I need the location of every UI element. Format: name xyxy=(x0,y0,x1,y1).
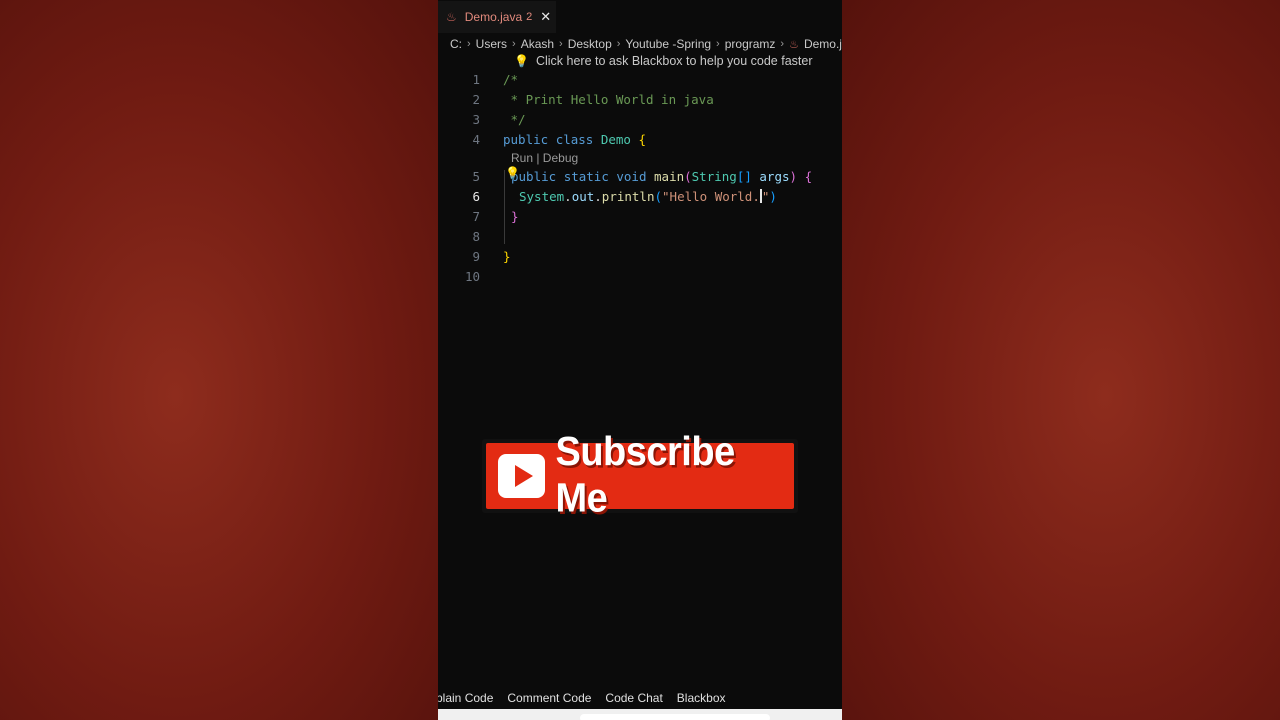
line-number: 7 xyxy=(472,209,480,224)
java-icon: ♨ xyxy=(789,38,799,51)
explain-code-button[interactable]: plain Code xyxy=(438,691,493,705)
keyword: public xyxy=(503,132,549,147)
code-chat-button[interactable]: Code Chat xyxy=(605,691,662,705)
breadcrumb-item[interactable]: programz xyxy=(725,37,776,51)
subscribe-banner[interactable]: Subscribe Me xyxy=(482,430,798,521)
taskbar-search[interactable] xyxy=(580,714,770,720)
brace: } xyxy=(503,249,511,264)
line-number: 5 xyxy=(472,169,480,184)
subscribe-label: Subscribe Me xyxy=(555,429,735,522)
class-name: System xyxy=(519,189,565,204)
line-number-active: 6 xyxy=(472,189,480,204)
code-editor: ♨ Demo.java 2 ✕ C: › Users › Akash › Des… xyxy=(438,0,842,720)
comment-code-button[interactable]: Comment Code xyxy=(507,691,591,705)
class-name: Demo xyxy=(600,132,631,147)
code-line-1[interactable]: /* xyxy=(503,72,518,87)
code-line-2[interactable]: * Print Hello World in java xyxy=(503,92,714,107)
taskbar xyxy=(438,709,842,720)
youtube-play-icon xyxy=(498,454,546,498)
chevron-right-icon: › xyxy=(512,38,516,50)
method-name: println xyxy=(601,189,655,204)
subscribe-banner-inner: Subscribe Me xyxy=(486,430,794,521)
comment-text: */ xyxy=(503,112,526,127)
problem-count-badge: 2 xyxy=(526,11,533,23)
chevron-right-icon: › xyxy=(716,38,720,50)
line-number: 10 xyxy=(464,269,480,284)
code-line-7[interactable]: } xyxy=(511,209,519,224)
breadcrumb-item[interactable]: Desktop xyxy=(568,37,612,51)
lightbulb-icon[interactable]: 💡 xyxy=(505,166,520,180)
line-number: 1 xyxy=(472,72,480,87)
tab-label: Demo.java xyxy=(464,10,523,24)
line-number: 4 xyxy=(472,132,480,147)
keyword: static xyxy=(563,169,609,184)
param-name: args xyxy=(759,169,790,184)
tab-demo-java[interactable]: ♨ Demo.java 2 ✕ xyxy=(438,0,556,33)
tab-bar: ♨ Demo.java 2 ✕ xyxy=(438,0,842,33)
brace: { xyxy=(804,169,813,184)
breadcrumb-item[interactable]: Youtube -Spring xyxy=(625,37,711,51)
background-right xyxy=(842,0,1280,720)
lightbulb-icon: 💡 xyxy=(514,54,529,68)
comment-text: /* xyxy=(503,72,519,87)
code-line-3[interactable]: */ xyxy=(503,112,526,127)
chevron-right-icon: › xyxy=(616,38,621,50)
indent-guide xyxy=(504,170,505,244)
method-name: main xyxy=(654,169,685,184)
breadcrumb-item[interactable]: Users xyxy=(476,37,507,51)
line-number: 8 xyxy=(472,229,480,244)
chevron-right-icon: › xyxy=(559,38,563,50)
code-line-4[interactable]: public class Demo { xyxy=(503,132,646,147)
code-line-5[interactable]: public static void main(String[] args) { xyxy=(511,169,812,184)
type-name: String xyxy=(691,169,737,184)
line-number: 2 xyxy=(472,92,480,107)
close-icon[interactable]: ✕ xyxy=(540,9,551,25)
blackbox-button[interactable]: Blackbox xyxy=(677,691,726,705)
breadcrumb-item[interactable]: Akash xyxy=(521,37,554,51)
play-triangle-icon xyxy=(514,465,533,487)
comment-text: * Print Hello World in java xyxy=(503,92,714,107)
java-icon: ♨ xyxy=(446,10,457,24)
string-literal: "Hello World. xyxy=(662,189,760,204)
field-name: out xyxy=(571,189,595,204)
breadcrumb-item[interactable]: Demo.ja xyxy=(804,37,842,51)
keyword: class xyxy=(555,132,594,147)
chevron-right-icon: › xyxy=(780,38,785,50)
line-number: 3 xyxy=(472,112,480,127)
blackbox-hint[interactable]: 💡 Click here to ask Blackbox to help you… xyxy=(514,54,813,68)
array-brackets: [] xyxy=(736,169,752,184)
hint-text: Click here to ask Blackbox to help you c… xyxy=(535,54,813,68)
run-debug-codelens[interactable]: Run | Debug xyxy=(511,151,578,165)
breadcrumb-item[interactable]: C: xyxy=(450,37,462,51)
code-line-9[interactable]: } xyxy=(503,249,511,264)
brace: { xyxy=(638,132,647,147)
background-left xyxy=(0,0,438,720)
code-line-6[interactable]: System.out.println("Hello World. ") xyxy=(519,189,777,204)
brace: } xyxy=(511,209,519,224)
chevron-right-icon: › xyxy=(467,38,471,50)
line-number: 9 xyxy=(472,249,480,264)
breadcrumb: C: › Users › Akash › Desktop › Youtube -… xyxy=(450,36,842,52)
keyword: void xyxy=(616,169,647,184)
blackbox-toolbar: plain Code Comment Code Code Chat Blackb… xyxy=(438,687,842,709)
